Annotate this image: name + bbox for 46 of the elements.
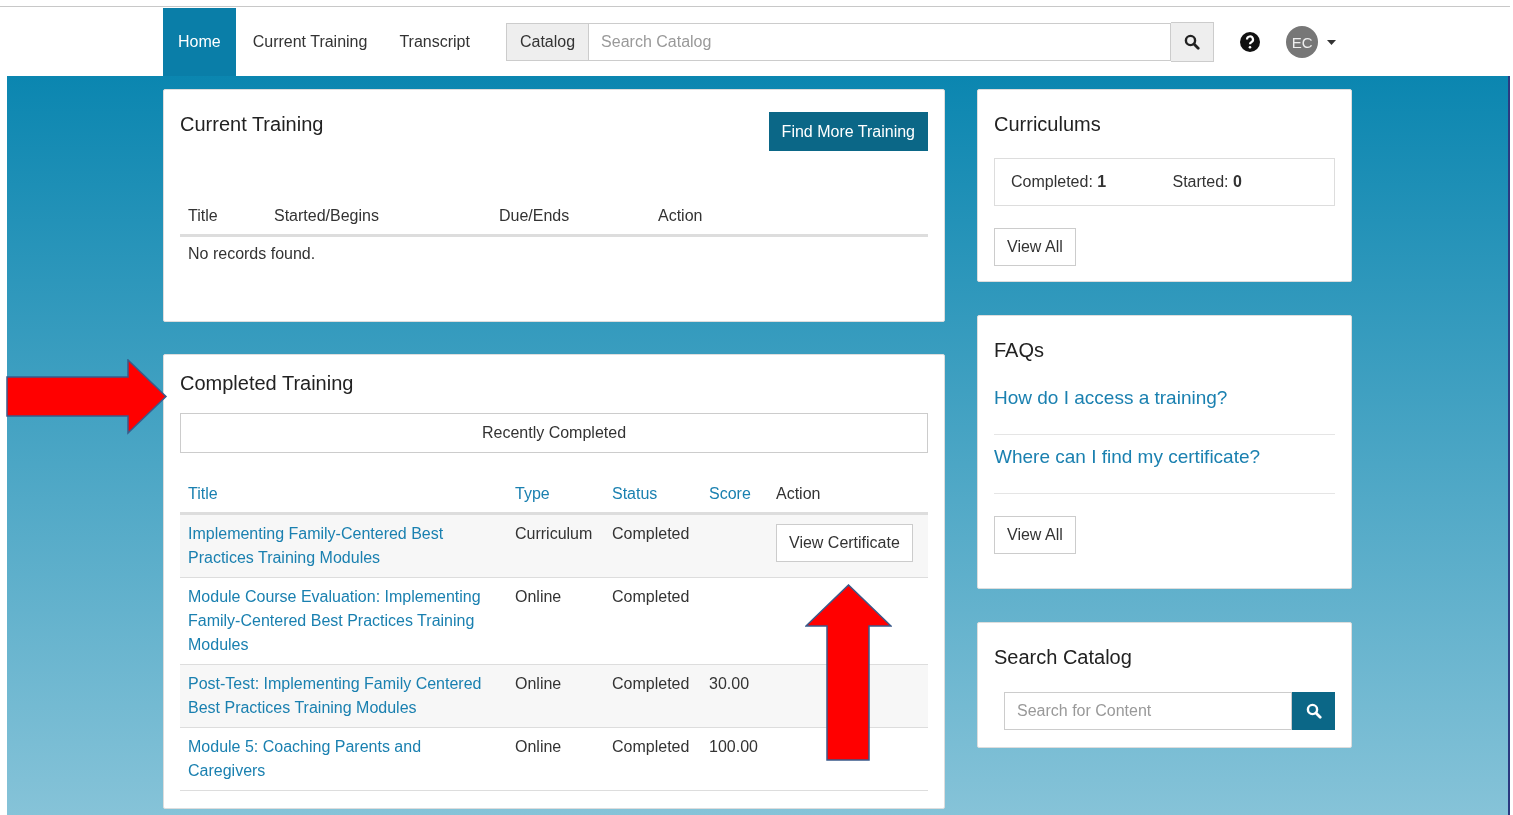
search-field[interactable]: Search for Content [1004,692,1293,730]
column-header: Due/Ends [491,199,650,236]
empty-message: No records found. [187,244,317,264]
view-all-button[interactable]: View All [994,228,1076,266]
table-cell: Online [515,675,562,692]
card-title: Current Training [180,113,324,136]
column-header: Title [180,199,266,236]
recently-completed-tab[interactable]: Recently Completed [180,413,928,453]
nav-tab[interactable]: Home [163,8,236,76]
table-cell: Completed [612,738,690,755]
table-cell: 30.00 [709,675,750,692]
table-cell: Online [515,738,562,755]
user-avatar[interactable]: EC [1286,26,1319,58]
search-field[interactable]: Search Catalog [589,23,1172,61]
card-title: Search Catalog [994,646,1133,669]
faq-link[interactable]: Where can I find my certificate? [994,446,1261,467]
faq-link[interactable]: How do I access a training? [994,387,1228,408]
search-button[interactable] [1292,692,1335,730]
search-icon [1184,34,1201,50]
table-cell: Online [515,588,562,605]
table-cell: Completed [612,675,690,692]
training-title-link[interactable]: Implementing Family-Centered Best Practices Training Modules [188,522,499,570]
card-title: Curriculums [994,113,1102,136]
training-title-link[interactable]: Post-Test: Implementing Family Centered Best Practices Training Modules [188,672,499,720]
table-cell: Completed [612,588,690,605]
find-more-training-button[interactable]: Find More Training [768,112,928,151]
view-certificate-button[interactable]: View Certificate [776,524,913,562]
column-header: Started/Begins [266,199,491,236]
table-cell: Completed [612,525,690,542]
card-title: FAQs [994,339,1045,362]
search-button[interactable] [1171,22,1215,62]
table-cell: Curriculum [515,525,593,542]
nav-tab[interactable]: Current Training [237,8,383,76]
caret-icon[interactable] [1327,39,1337,45]
column-header: Action [650,199,928,236]
help-icon[interactable] [1240,32,1261,52]
search-icon [1305,703,1322,719]
card-title: Completed Training [180,372,355,395]
training-title-link[interactable]: Module Course Evaluation: Implementing Family-Centered Best Practices Training Modules [188,585,499,657]
stat-text: Started: 0 [1172,173,1243,191]
nav-tab[interactable]: Transcript [384,8,485,76]
training-title-link[interactable]: Module 5: Coaching Parents and Caregivers [188,735,499,783]
view-all-button[interactable]: View All [994,516,1076,554]
table-cell: 100.00 [709,738,758,755]
catalog-button[interactable]: Catalog [505,23,590,61]
stat-text: Completed: 1 [1011,173,1108,191]
